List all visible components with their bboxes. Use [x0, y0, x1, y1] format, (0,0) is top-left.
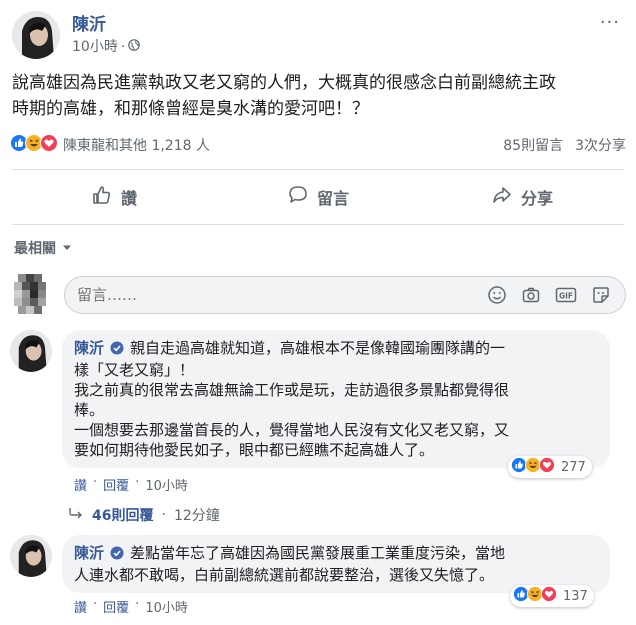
comment-sort-dropdown[interactable]: 最相關 [14, 238, 72, 258]
comment-reaction-count: 137 [563, 588, 588, 604]
like-button[interactable]: 讚 [12, 171, 216, 223]
like-icon [10, 134, 28, 156]
comment-text-line: 差點當年忘了高雄因為國民黨發展重工業重度污染，當地 [130, 544, 506, 562]
comment-label: 留言 [316, 189, 349, 208]
comment-count[interactable]: 85則留言 [503, 135, 563, 155]
haha-icon [525, 457, 541, 477]
share-count[interactable]: 3次分享 [575, 135, 626, 155]
post-text: 說高雄因為民進黨執政又老又窮的人們，大概真的很感念白前副總統主政 時期的高雄，和… [12, 70, 622, 122]
comment-like-link[interactable]: 讚 [74, 475, 87, 494]
comment-text-line: 親自走過高雄就知道，高雄根本不是像韓國瑜團隊講的一 [130, 339, 506, 357]
comment-reply-link[interactable]: 回覆 [103, 597, 129, 616]
comment-like-link[interactable]: 讚 [74, 597, 87, 616]
comment-bubble: 陳沂 親自走過高雄就知道，高雄根本不是像韓國瑜團隊講的一 樣「又老又窮」！ 我之前… [62, 330, 610, 468]
comment-text-line: 一個想要去那邊當首長的人，覺得當地人民沒有文化又老又窮，又 [74, 421, 510, 439]
comment-reactions[interactable]: 137 [510, 585, 594, 607]
sticker-icon[interactable] [591, 285, 611, 305]
like-icon [513, 586, 529, 606]
comment-author-name[interactable]: 陳沂 [74, 339, 104, 357]
post-actions-bar: 讚 留言 分享 [12, 171, 624, 223]
replies-time: 12分鐘 [173, 508, 220, 524]
more-options-button[interactable]: ··· [600, 12, 620, 33]
replies-count[interactable]: 46則回覆 [92, 505, 153, 525]
comment-text-line: 棒。 [74, 401, 105, 419]
comment-composer: GIF [10, 270, 626, 320]
love-icon [539, 457, 555, 477]
post-timestamp[interactable]: 10小時 [72, 38, 118, 56]
post-header: 陳沂 10小時 · [12, 10, 141, 60]
reactors-text[interactable]: 陳東龍和其他 1,218 人 [63, 135, 210, 155]
gif-icon[interactable]: GIF [555, 285, 577, 305]
post-text-line: 說高雄因為民進黨執政又老又窮的人們，大概真的很感念白前副總統主政 [12, 73, 556, 93]
love-icon [40, 134, 58, 156]
reply-arrow-icon [68, 507, 84, 523]
verified-badge-icon [110, 340, 124, 360]
share-label: 分享 [520, 189, 553, 208]
post-text-line: 時期的高雄，和那條曾經是臭水溝的愛河吧！？ [12, 99, 369, 119]
like-icon [511, 457, 527, 477]
comment-input-box[interactable]: GIF [64, 276, 626, 314]
comment-author-name[interactable]: 陳沂 [74, 544, 104, 562]
love-icon [541, 586, 557, 606]
sort-label: 最相關 [14, 241, 56, 257]
comment-timestamp[interactable]: 10小時 [145, 597, 188, 616]
emoji-icon[interactable] [487, 285, 507, 305]
comment-reaction-count: 277 [561, 459, 586, 475]
comment-timestamp[interactable]: 10小時 [145, 475, 188, 494]
viewer-avatar[interactable] [10, 272, 56, 318]
comment-author-avatar[interactable] [10, 535, 52, 577]
comment-actions: 讚 · 回覆 · 10小時 [74, 597, 188, 616]
thumbs-up-icon [91, 184, 113, 210]
haha-icon [25, 134, 43, 156]
view-replies[interactable]: 46則回覆 · 12分鐘 [68, 505, 220, 525]
reaction-summary[interactable] [10, 134, 58, 156]
divider [12, 169, 624, 170]
comment-text-line: 我之前真的很常去高雄無論工作或是玩，走訪過很多景點都覺得很 [74, 381, 510, 399]
caret-down-icon [62, 240, 72, 256]
post-stats: 陳東龍和其他 1,218 人 85則留言 3次分享 [10, 134, 626, 156]
divider [12, 224, 624, 225]
share-button[interactable]: 分享 [420, 171, 624, 223]
comment-reactions[interactable]: 277 [508, 456, 592, 478]
post-author-name[interactable]: 陳沂 [72, 14, 140, 36]
comment-input[interactable] [77, 286, 487, 304]
verified-badge-icon [110, 545, 124, 565]
comment-item: 陳沂 親自走過高雄就知道，高雄根本不是像韓國瑜團隊講的一 樣「又老又窮」！ 我之前… [10, 330, 626, 494]
author-avatar[interactable] [12, 11, 60, 59]
comment-text-line: 人連水都不敢喝，白前副總統選前都說要整治，選後又失憶了。 [74, 566, 495, 584]
like-label: 讚 [120, 189, 137, 208]
haha-icon [527, 586, 543, 606]
comment-actions: 讚 · 回覆 · 10小時 [74, 475, 188, 494]
comment-button[interactable]: 留言 [216, 171, 420, 223]
camera-icon[interactable] [521, 285, 541, 305]
share-arrow-icon [491, 184, 513, 210]
comment-item: 陳沂 差點當年忘了高雄因為國民黨發展重工業重度污染，當地 人連水都不敢喝，白前副總… [10, 535, 626, 616]
globe-icon [128, 38, 141, 56]
speech-bubble-icon [287, 184, 309, 210]
comment-author-avatar[interactable] [10, 330, 52, 372]
comment-text-line: 樣「又老又窮」！ [74, 361, 195, 379]
comment-reply-link[interactable]: 回覆 [103, 475, 129, 494]
svg-text:GIF: GIF [559, 292, 573, 301]
